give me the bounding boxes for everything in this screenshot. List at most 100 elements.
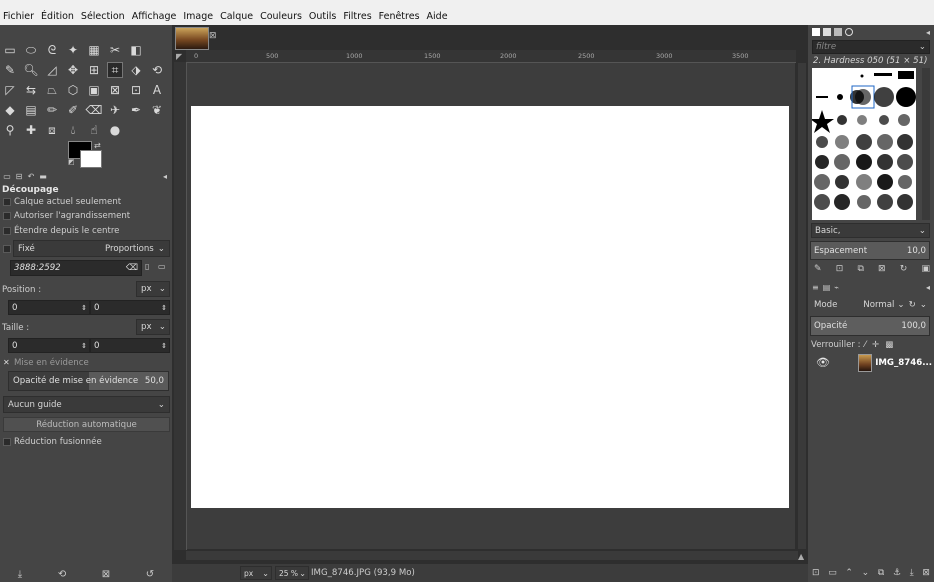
size-width-input[interactable]: 0 ⇕ — [8, 338, 90, 353]
color-select-icon[interactable]: ▦ — [86, 42, 102, 58]
3d-transform-icon[interactable]: ⬡ — [65, 82, 81, 98]
merge-layer-icon[interactable]: ⤓ — [910, 568, 914, 580]
zoom-dropdown[interactable]: 25 % ⌄ — [275, 566, 309, 580]
position-unit-dropdown[interactable]: px ⌄ — [136, 281, 170, 297]
clear-icon[interactable]: ⌫ — [126, 263, 138, 273]
images-tab-icon[interactable]: ▬ — [38, 172, 48, 182]
allow-growing-row[interactable]: Autoriser l'agrandissement — [3, 209, 130, 222]
scissors-icon[interactable]: ✂ — [107, 42, 123, 58]
spin-icon[interactable]: ⇕ — [81, 342, 87, 350]
gradient-icon[interactable]: ▤ — [23, 102, 39, 118]
status-unit-dropdown[interactable]: px ⌄ — [240, 566, 272, 580]
landscape-icon[interactable]: ▭ — [158, 262, 166, 271]
panel-menu-icon[interactable]: ◂ — [160, 172, 170, 182]
brush-grid[interactable] — [810, 68, 916, 220]
lock-alpha-icon[interactable]: ▩ — [885, 340, 893, 350]
delete-brush-icon[interactable]: ⊠ — [878, 264, 886, 276]
horizontal-scrollbar[interactable] — [186, 551, 798, 560]
fonts-tab-icon[interactable] — [834, 28, 842, 36]
smudge-icon[interactable]: ☝ — [86, 122, 102, 138]
mode-value[interactable]: Normal — [863, 300, 894, 310]
restore-options-icon[interactable]: ⟲ — [58, 569, 66, 580]
quick-mask-corner-icon[interactable]: ◤ — [176, 52, 182, 61]
allow-growing-checkbox[interactable] — [3, 211, 11, 220]
position-y-input[interactable]: 0 ⇕ — [90, 300, 170, 315]
paths-icon[interactable]: ✎ — [2, 62, 18, 78]
layer-item[interactable]: 👁︎ IMG_8746... — [810, 352, 932, 374]
paintbrush-icon[interactable]: ✐ — [65, 102, 81, 118]
brush-preset-dropdown[interactable]: Basic, ⌄ — [811, 223, 930, 238]
menu-selection[interactable]: Sélection — [78, 11, 129, 22]
guide-dropdown[interactable]: Aucun guide ⌄ — [3, 396, 170, 413]
help-icon[interactable] — [845, 28, 853, 36]
duplicate-brush-icon[interactable]: ⧉ — [857, 264, 863, 276]
highlight-opacity-slider[interactable]: Opacité de mise en évidence 50,0 — [8, 371, 169, 391]
foreground-select-icon[interactable]: ◧ — [128, 42, 144, 58]
edit-brush-icon[interactable]: ✎ — [814, 264, 822, 276]
menu-image[interactable]: Image — [180, 11, 217, 22]
cage-icon[interactable]: ⊠ — [107, 82, 123, 98]
lock-pixels-icon[interactable]: ⁄ — [865, 340, 866, 350]
panel-menu-icon[interactable]: ◂ — [926, 28, 930, 37]
eraser-icon[interactable]: ⌫ — [86, 102, 103, 118]
menu-fichier[interactable]: Fichier — [0, 11, 38, 22]
default-colors-icon[interactable]: ◩ — [68, 158, 75, 166]
spacing-slider[interactable]: Espacement 10,0 — [810, 241, 930, 260]
check-icon[interactable]: ✕ — [3, 358, 11, 367]
delete-layer-icon[interactable]: ⊠ — [922, 568, 930, 580]
unified-transform-icon[interactable]: ⬗ — [128, 62, 144, 78]
save-options-icon[interactable]: ⤓ — [18, 569, 22, 580]
shrink-merged-checkbox[interactable] — [3, 437, 11, 446]
ellipse-select-icon[interactable]: ⬭ — [23, 42, 39, 58]
menu-calque[interactable]: Calque — [217, 11, 257, 22]
clone-icon[interactable]: ⚲ — [2, 122, 18, 138]
shrink-merged-row[interactable]: Réduction fusionnée — [3, 435, 102, 448]
auto-shrink-button[interactable]: Réduction automatique — [3, 417, 170, 432]
warp-icon[interactable]: ▣ — [86, 82, 102, 98]
reset-options-icon[interactable]: ↺ — [146, 569, 154, 580]
rotate-icon[interactable]: ⟲ — [149, 62, 165, 78]
patterns-tab-icon[interactable] — [823, 28, 831, 36]
zoom-icon[interactable]: 🔍︎ — [23, 62, 39, 78]
fuzzy-select-icon[interactable]: ✦ — [65, 42, 81, 58]
bucket-fill-icon[interactable]: ◆ — [2, 102, 18, 118]
highlight-row[interactable]: ✕ Mise en évidence — [3, 356, 89, 369]
current-layer-only-checkbox[interactable] — [3, 197, 11, 206]
new-brush-icon[interactable]: ⊡ — [836, 264, 844, 276]
open-as-image-icon[interactable]: ▣ — [921, 264, 930, 276]
fixed-checkbox[interactable] — [3, 244, 11, 253]
perspective-icon[interactable]: ⏢ — [44, 82, 60, 98]
paths-tab-icon[interactable]: ⌁ — [834, 283, 839, 292]
handle-transform-icon[interactable]: ⊡ — [128, 82, 144, 98]
flip-icon[interactable]: ⇆ — [23, 82, 39, 98]
align-icon[interactable]: ⊞ — [86, 62, 102, 78]
close-tab-icon[interactable]: ⊠ — [209, 31, 217, 41]
vertical-scrollbar[interactable] — [798, 63, 806, 549]
lower-layer-icon[interactable]: ⌄ — [862, 568, 870, 580]
image-tab-thumbnail[interactable] — [175, 27, 209, 50]
brush-grid-scrollbar[interactable] — [922, 68, 930, 220]
spin-icon[interactable]: ⇕ — [161, 342, 167, 350]
measure-icon[interactable]: ◿ — [44, 62, 60, 78]
layer-opacity-slider[interactable]: Opacité 100,0 — [810, 316, 930, 336]
brush-filter-input[interactable]: filtre ⌄ — [812, 40, 930, 54]
refresh-brushes-icon[interactable]: ↻ — [900, 264, 908, 276]
airbrush-icon[interactable]: ✈ — [107, 102, 123, 118]
delete-options-icon[interactable]: ⊠ — [102, 569, 110, 580]
spin-icon[interactable]: ⇕ — [81, 304, 87, 312]
layers-tab-icon[interactable]: ≡ — [812, 283, 819, 292]
new-layer-icon[interactable]: ⊡ — [812, 568, 820, 580]
spin-icon[interactable]: ⇕ — [161, 304, 167, 312]
swap-colors-icon[interactable]: ⇄ — [94, 141, 101, 150]
dodge-burn-icon[interactable]: ● — [107, 122, 123, 138]
menu-outils[interactable]: Outils — [306, 11, 340, 22]
move-icon[interactable]: ✥ — [65, 62, 81, 78]
perspective-clone-icon[interactable]: ⧈ — [44, 122, 60, 138]
ratio-input[interactable]: 3888:2592 ⌫ — [10, 260, 142, 276]
menu-couleurs[interactable]: Couleurs — [257, 11, 306, 22]
expand-from-center-checkbox[interactable] — [3, 226, 11, 235]
tool-options-tab-icon[interactable]: ▭ — [2, 172, 12, 182]
pencil-icon[interactable]: ✏ — [44, 102, 60, 118]
text-icon[interactable]: A — [149, 82, 165, 98]
menu-aide[interactable]: Aide — [424, 11, 452, 22]
